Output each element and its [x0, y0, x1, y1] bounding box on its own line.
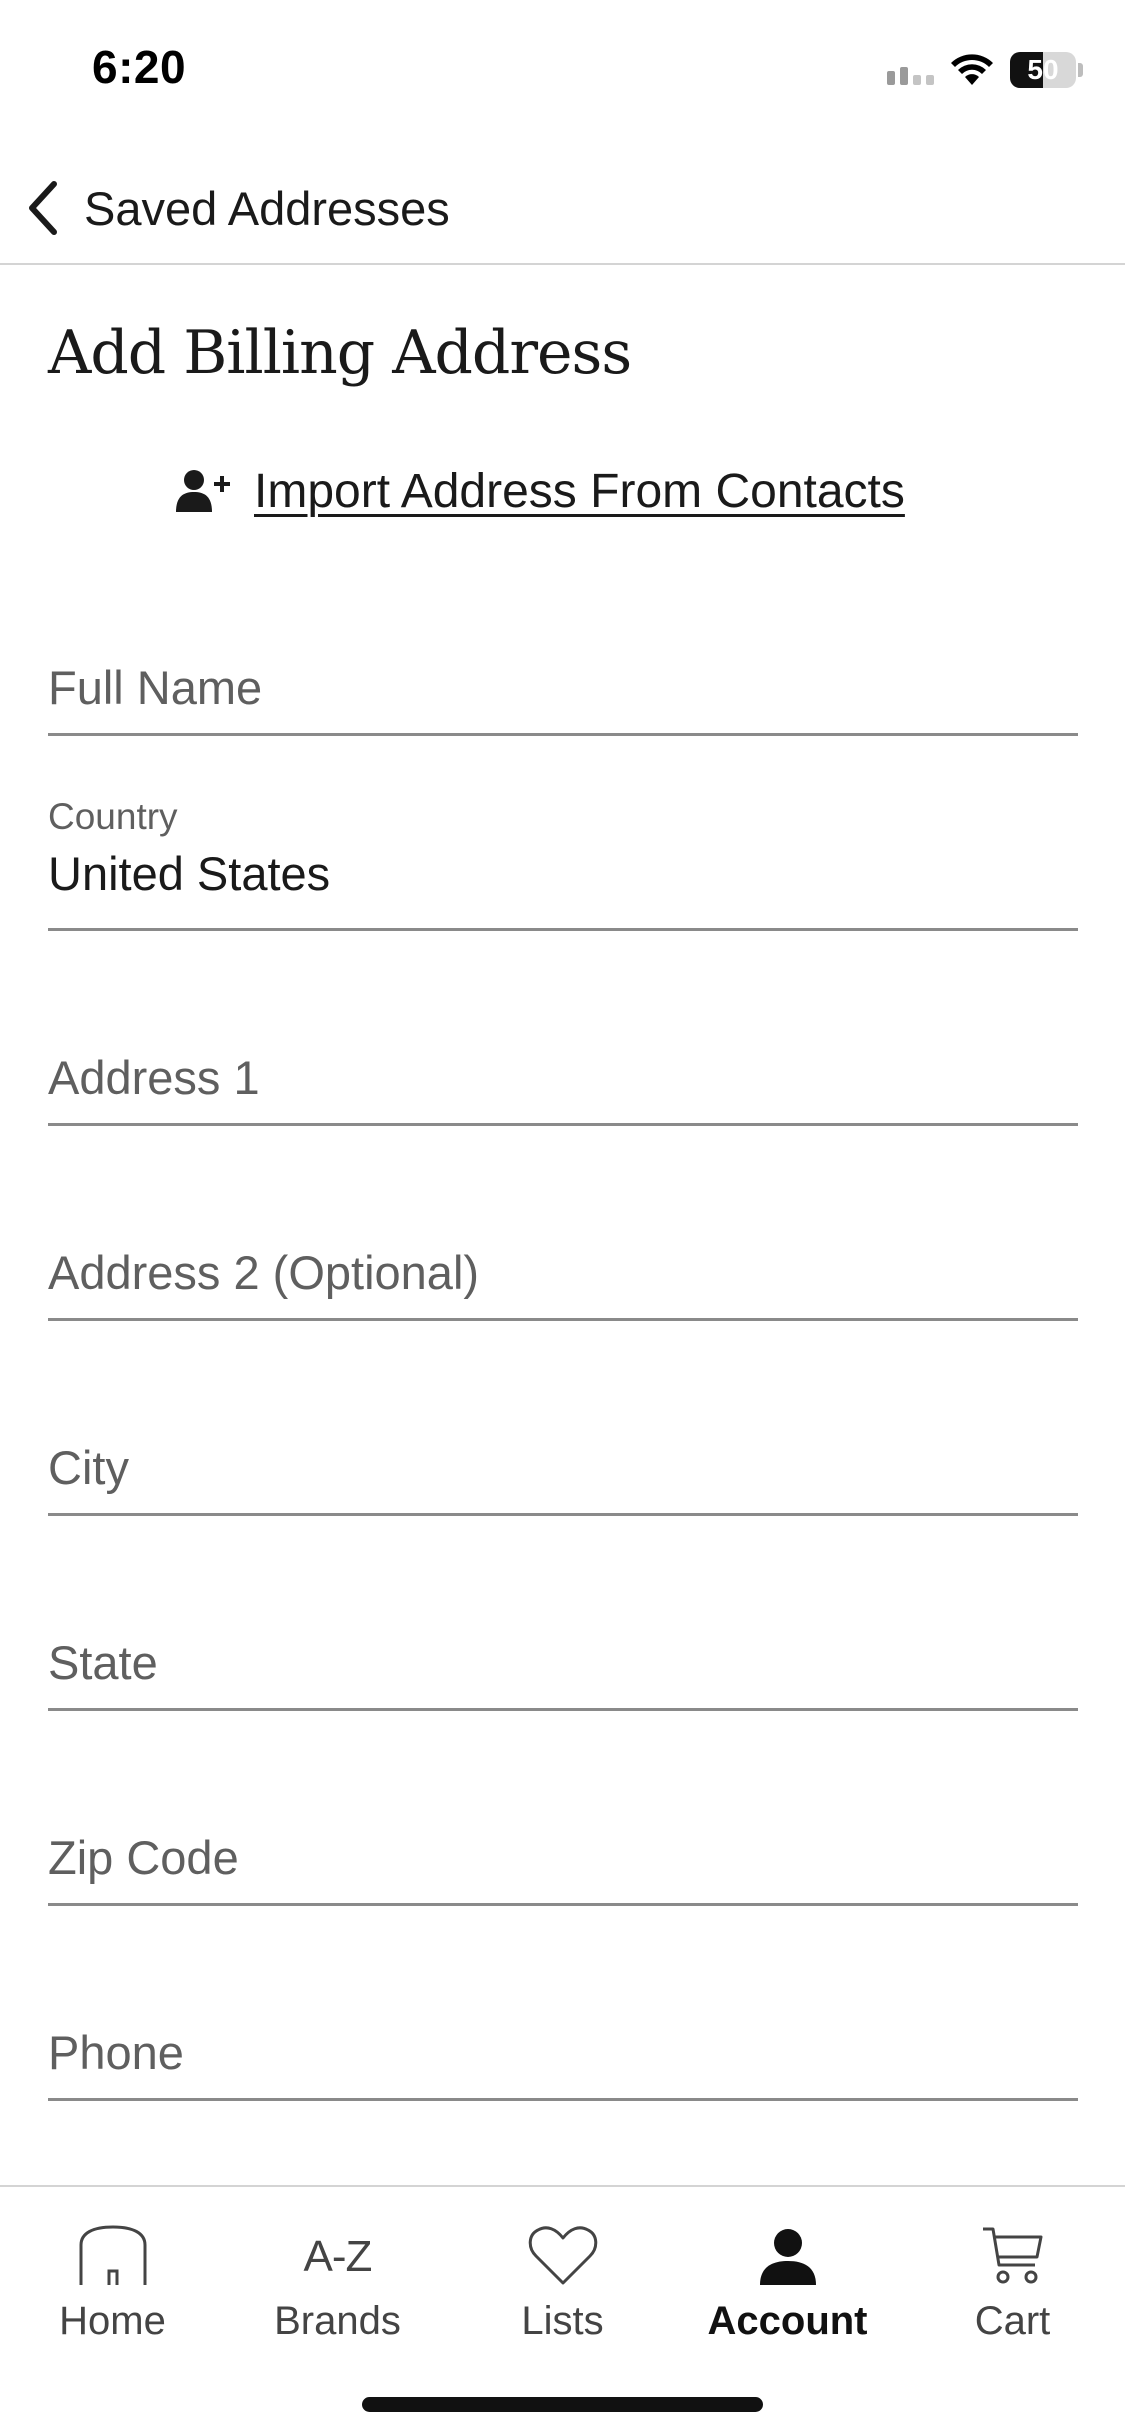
back-button[interactable]: Saved Addresses [22, 168, 450, 248]
tab-cart-label: Cart [974, 2299, 1051, 2343]
address2-placeholder: Address 2 (Optional) [48, 1246, 480, 1299]
country-field[interactable]: Country United States [48, 796, 1078, 931]
chevron-left-icon [29, 181, 57, 235]
page-title: Add Billing Address [48, 318, 632, 388]
add-contact-icon [176, 470, 230, 512]
tab-brands[interactable]: A-Z Brands [225, 2217, 450, 2367]
wifi-icon [951, 54, 993, 85]
battery-percent: 50 [1027, 54, 1059, 85]
tab-account-label: Account [707, 2299, 868, 2343]
zip-code-placeholder: Zip Code [48, 1831, 239, 1884]
city-field[interactable]: City [48, 1420, 1078, 1516]
full-name-placeholder: Full Name [48, 661, 263, 714]
a-z-icon: A-Z [303, 2217, 373, 2287]
status-time: 6:20 [92, 41, 187, 93]
cart-icon [981, 2217, 1045, 2287]
phone-field[interactable]: Phone [48, 2005, 1078, 2101]
home-indicator [362, 2397, 763, 2412]
zip-code-field[interactable]: Zip Code [48, 1810, 1078, 1906]
country-label: Country [48, 796, 178, 837]
phone-placeholder: Phone [48, 2026, 184, 2079]
tab-home-label: Home [59, 2299, 166, 2343]
person-icon [758, 2217, 818, 2287]
state-field[interactable]: State [48, 1615, 1078, 1711]
tab-brands-label: Brands [274, 2299, 401, 2343]
nav-header: Saved Addresses [0, 150, 1125, 265]
a-z-icon-text: A-Z [303, 2232, 373, 2281]
add-billing-address-screen: 6:20 50 Saved Addresses Add Billing Addr… [0, 0, 1125, 2436]
tab-lists[interactable]: Lists [450, 2217, 675, 2367]
tab-account[interactable]: Account [675, 2217, 900, 2367]
heart-icon [528, 2217, 598, 2287]
status-bar: 6:20 50 [0, 0, 1125, 130]
battery-icon: 50 [1010, 52, 1076, 88]
city-placeholder: City [48, 1441, 129, 1494]
tab-cart[interactable]: Cart [900, 2217, 1125, 2367]
address1-field[interactable]: Address 1 [48, 1030, 1078, 1126]
back-label: Saved Addresses [84, 181, 450, 235]
country-value: United States [48, 847, 331, 900]
address2-field[interactable]: Address 2 (Optional) [48, 1225, 1078, 1321]
tab-lists-label: Lists [521, 2299, 604, 2343]
battery-tip [1078, 63, 1083, 77]
tab-home[interactable]: Home [0, 2217, 225, 2367]
state-placeholder: State [48, 1636, 158, 1689]
full-name-field[interactable]: Full Name [48, 640, 1078, 736]
cellular-signal-icon [887, 55, 934, 85]
home-icon [77, 2217, 149, 2287]
status-icons: 50 [887, 50, 1083, 90]
import-from-contacts-link[interactable]: Import Address From Contacts [176, 458, 905, 524]
address1-placeholder: Address 1 [48, 1051, 260, 1104]
import-link-label: Import Address From Contacts [254, 464, 905, 518]
